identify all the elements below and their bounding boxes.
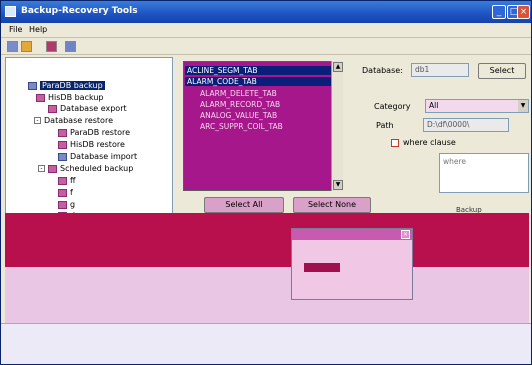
- table-item[interactable]: ANALOG_VALUE_TAB: [200, 111, 277, 120]
- chevron-down-icon[interactable]: ▼: [518, 100, 528, 112]
- category-value: All: [429, 101, 439, 110]
- tree-node-label: ParaDB backup: [40, 81, 105, 90]
- category-label: Category: [374, 102, 411, 111]
- stop-icon[interactable]: [46, 41, 57, 52]
- database-label: Database:: [362, 66, 403, 75]
- table-item[interactable]: ARC_SUPPR_COIL_TAB: [200, 122, 283, 131]
- settings-icon[interactable]: [65, 41, 76, 52]
- app-window: Backup-Recovery Tools _ □ × File Help Pa…: [0, 0, 532, 365]
- task-icon: [58, 188, 67, 197]
- menu-bar: File Help: [1, 23, 531, 38]
- collapse-icon[interactable]: -: [38, 165, 45, 172]
- tree-node-label: g: [70, 200, 76, 209]
- tree-node-ff[interactable]: ff: [58, 176, 76, 185]
- toolbar: [1, 38, 531, 55]
- title-bar[interactable]: Backup-Recovery Tools _ □ ×: [1, 1, 531, 23]
- minimize-button[interactable]: _: [492, 5, 506, 19]
- tree-node-label: Database restore: [44, 116, 113, 125]
- table-list-scrollbar[interactable]: ▲ ▼: [331, 61, 343, 191]
- import-icon: [58, 152, 67, 161]
- select-none-button[interactable]: Select None: [293, 197, 371, 213]
- task-icon: [58, 176, 67, 185]
- menu-help[interactable]: Help: [29, 25, 47, 34]
- tree-node-database-restore[interactable]: - Database restore: [34, 116, 113, 125]
- backup-icon[interactable]: [7, 41, 18, 52]
- tree-node-label: HisDB backup: [48, 93, 104, 102]
- table-item[interactable]: ALARM_RECORD_TAB: [200, 100, 280, 109]
- select-database-button[interactable]: Select: [478, 63, 526, 79]
- table-item[interactable]: ALARM_CODE_TAB: [185, 77, 333, 86]
- window-title: Backup-Recovery Tools: [21, 6, 138, 16]
- tree-node-label: HisDB restore: [70, 140, 125, 149]
- path-field[interactable]: D:\df\0000\: [423, 118, 509, 132]
- scroll-up-icon[interactable]: ▲: [333, 62, 343, 72]
- tree-node-database-import[interactable]: Database import: [58, 152, 137, 161]
- app-icon: [5, 6, 16, 17]
- where-clause-textarea[interactable]: where: [439, 153, 529, 193]
- table-list[interactable]: ACLINE_SEGM_TAB ALARM_CODE_TAB ALARM_DEL…: [183, 61, 343, 191]
- dialog-progress-bar: [304, 263, 340, 272]
- tree-node-label: ParaDB restore: [70, 128, 131, 137]
- schedule-icon: [48, 164, 57, 173]
- corrupted-region: [5, 213, 529, 267]
- close-icon[interactable]: ×: [401, 230, 410, 239]
- tree-node-hisdb-backup[interactable]: HisDB backup: [36, 93, 104, 102]
- task-icon: [58, 200, 67, 209]
- tree-node-label: Database export: [60, 104, 127, 113]
- popup-dialog[interactable]: ×: [291, 228, 413, 300]
- collapse-icon[interactable]: -: [34, 117, 41, 124]
- category-select[interactable]: All ▼: [425, 99, 529, 113]
- corrupted-region-lower: [5, 267, 529, 323]
- tree-node-g[interactable]: g: [58, 200, 75, 209]
- tree-node-database-export[interactable]: Database export: [48, 104, 127, 113]
- scroll-down-icon[interactable]: ▼: [333, 180, 343, 190]
- dialog-title-bar[interactable]: ×: [292, 229, 412, 240]
- database-icon: [28, 81, 37, 90]
- tree-node-label: Database import: [70, 152, 138, 161]
- tree-node-paradb-restore[interactable]: ParaDB restore: [58, 128, 130, 137]
- status-bar: [1, 323, 531, 364]
- restore-icon[interactable]: [21, 41, 32, 52]
- path-label: Path: [376, 121, 394, 130]
- database-icon: [58, 140, 67, 149]
- select-all-button[interactable]: Select All: [204, 197, 284, 213]
- tree-node-f[interactable]: f: [58, 188, 73, 197]
- table-item[interactable]: ALARM_DELETE_TAB: [200, 89, 277, 98]
- tree-node-scheduled-backup[interactable]: - Scheduled backup: [38, 164, 133, 173]
- tree-node-label: ff: [70, 176, 76, 185]
- table-item[interactable]: ACLINE_SEGM_TAB: [185, 66, 333, 75]
- tree-node-paradb-backup[interactable]: ParaDB backup: [28, 81, 105, 90]
- tree-node-label: Scheduled backup: [60, 164, 134, 173]
- database-field[interactable]: db1: [411, 63, 469, 77]
- database-icon: [36, 93, 45, 102]
- tree-node-label: f: [70, 188, 73, 197]
- database-icon: [58, 128, 67, 137]
- export-icon: [48, 104, 57, 113]
- menu-file[interactable]: File: [9, 25, 22, 34]
- where-clause-checkbox[interactable]: [391, 139, 399, 147]
- where-clause-label: where clause: [403, 138, 456, 147]
- tree-node-hisdb-restore[interactable]: HisDB restore: [58, 140, 125, 149]
- close-button[interactable]: ×: [517, 5, 530, 19]
